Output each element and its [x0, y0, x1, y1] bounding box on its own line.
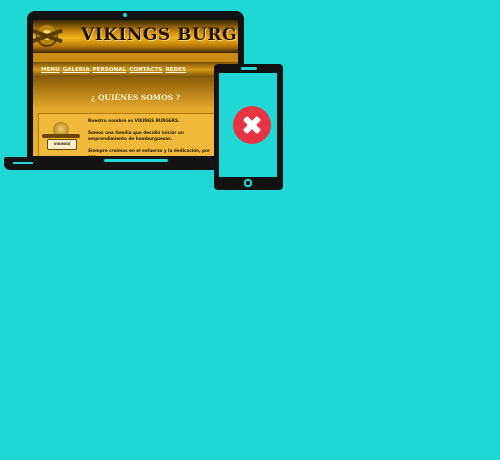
home-button-icon[interactable] [244, 179, 252, 187]
site-content: ¿ QUIÉNES SOMOS ? VIKINGS Nuestro nombre… [33, 77, 238, 156]
site-header: VIKINGS BURGERS [33, 20, 238, 53]
emblem-axes [42, 134, 80, 138]
about-text: Nuestro nombre es VIKINGS BURGERS. Somos… [88, 118, 214, 156]
laptop-base [4, 157, 230, 170]
laptop-screen: VIKINGS BURGERS MENU GALERIA PERSONAL CO… [33, 20, 238, 156]
phone-speaker [241, 67, 257, 70]
vikings-emblem-icon: VIKINGS [42, 122, 80, 156]
laptop: VIKINGS BURGERS MENU GALERIA PERSONAL CO… [27, 11, 244, 158]
laptop-base-accent [13, 162, 33, 164]
phone-screen [219, 73, 277, 177]
nav-item-menu[interactable]: MENU [41, 67, 60, 73]
nav-item-redes[interactable]: REDES [165, 67, 186, 73]
about-box: VIKINGS Nuestro nombre es VIKINGS BURGER… [38, 113, 218, 156]
nav-item-contacts[interactable]: CONTACTS [129, 67, 162, 73]
laptop-camera [123, 13, 127, 17]
site-title: VIKINGS BURGERS [81, 25, 238, 45]
vikings-logo-icon[interactable] [36, 25, 58, 47]
about-paragraph: Nuestro nombre es VIKINGS BURGERS. [88, 118, 180, 123]
emblem-ribbon: VIKINGS [47, 139, 77, 150]
touchpad [104, 159, 168, 162]
nav-item-personal[interactable]: PERSONAL [93, 67, 127, 73]
error-x-icon [233, 106, 271, 144]
site-nav: MENU GALERIA PERSONAL CONTACTS REDES [33, 62, 238, 77]
section-title: ¿ QUIÉNES SOMOS ? [90, 93, 181, 102]
about-paragraph: Somos una familia que decidió iniciar un… [88, 129, 184, 142]
nav-item-galeria[interactable]: GALERIA [63, 67, 90, 73]
about-paragraph: Siempre creimos en el esfuerzo y la dedi… [88, 147, 211, 157]
phone [214, 64, 283, 190]
